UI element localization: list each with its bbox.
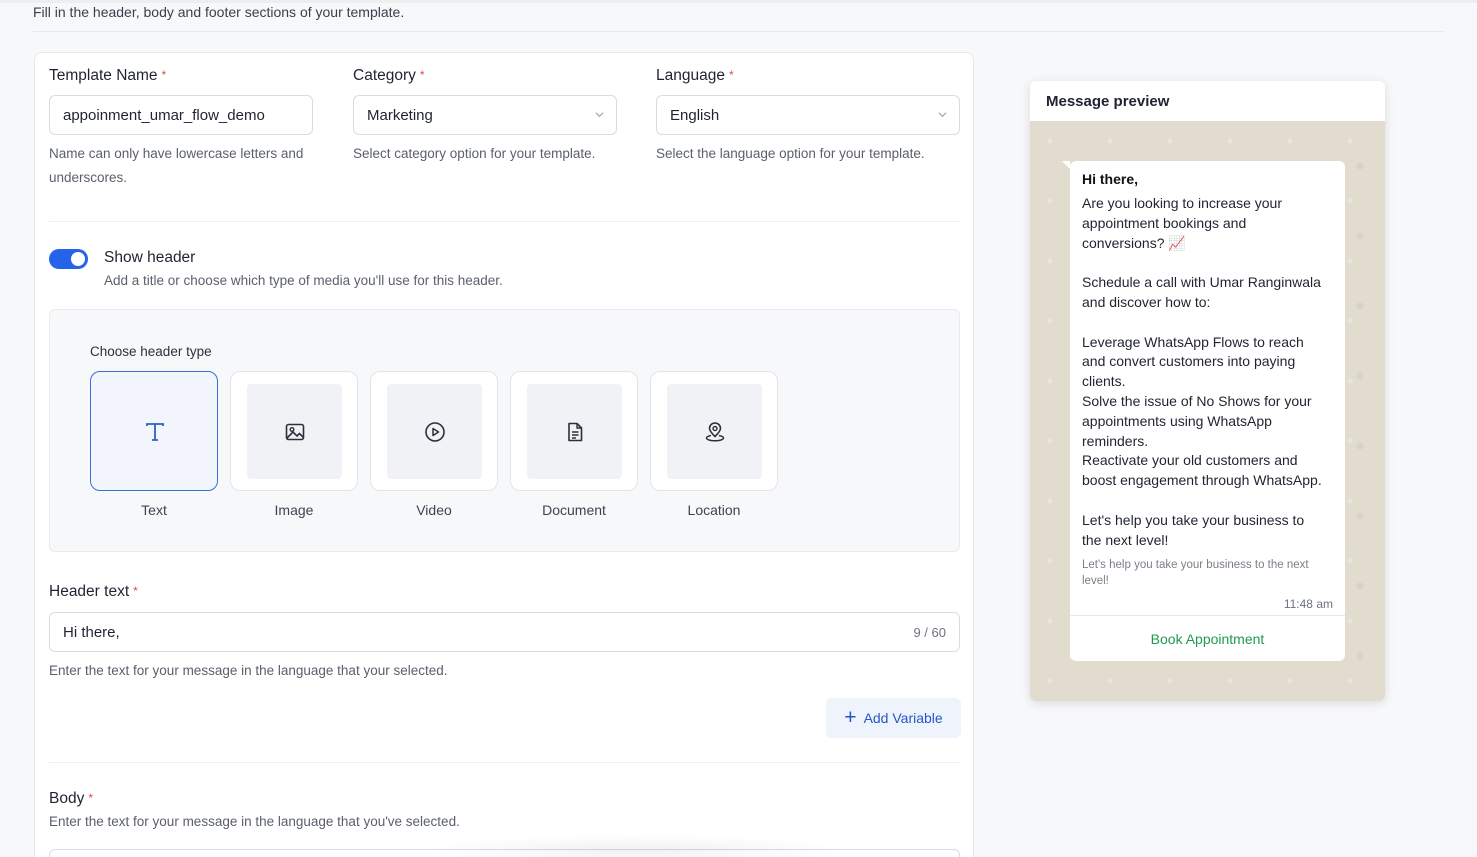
page-subtitle: Fill in the header, body and footer sect… <box>33 4 405 20</box>
message-footer-line: Let's help you take your business to the… <box>1082 559 1309 571</box>
header-text-label: Header text * <box>49 583 138 601</box>
tile-icon-area <box>527 384 622 479</box>
header-type-label-image: Image <box>274 502 314 518</box>
header-type-video[interactable] <box>370 371 498 491</box>
book-appointment-button[interactable]: Book Appointment <box>1070 616 1345 661</box>
header-type-panel: Choose header type Text Image Video Docu… <box>49 309 960 552</box>
template-form-card: Template Name * appoinment_umar_flow_demo… <box>34 52 974 857</box>
map-pin-icon <box>705 421 724 442</box>
body-textarea[interactable] <box>49 849 960 857</box>
required-mark: * <box>419 68 425 82</box>
message-header: Hi there, <box>1082 171 1139 187</box>
tile-icon-area <box>387 384 482 479</box>
category-label-text: Category <box>353 67 416 84</box>
message-body: Are you looking to increase your appoint… <box>1082 194 1337 550</box>
tile-icon-area <box>667 384 762 479</box>
top-bar <box>0 0 1477 3</box>
chevron-down-icon <box>938 112 947 118</box>
body-help: Enter the text for your message in the l… <box>49 814 460 829</box>
message-body-line: and convert customers into paying <box>1082 353 1296 370</box>
language-help: Select the language option for your temp… <box>656 146 925 161</box>
chevron-down-icon <box>595 112 604 118</box>
message-body-line <box>1082 313 1337 333</box>
text-icon <box>145 422 164 441</box>
header-text-input[interactable]: Hi there, 9 / 60 <box>49 612 960 652</box>
plus-icon: + <box>844 705 857 729</box>
bubble-tail <box>1062 161 1070 169</box>
header-type-document[interactable] <box>510 371 638 491</box>
add-variable-button[interactable]: + Add Variable <box>826 698 961 738</box>
template-name-value: appoinment_umar_flow_demo <box>63 106 265 124</box>
template-name-input[interactable]: appoinment_umar_flow_demo <box>49 95 313 135</box>
language-label: Language * <box>656 67 734 85</box>
language-select[interactable]: English <box>656 95 960 135</box>
header-type-text[interactable] <box>90 371 218 491</box>
header-type-label-text: Text <box>141 502 167 518</box>
language-value: English <box>670 106 720 124</box>
divider <box>49 762 960 763</box>
message-bubble: Hi there, Are you looking to increase yo… <box>1062 161 1345 661</box>
divider <box>49 221 960 222</box>
image-icon <box>285 423 304 440</box>
message-body-line <box>1082 491 1337 511</box>
message-body-line: clients. <box>1082 373 1126 390</box>
message-body-line: appointment bookings and <box>1082 214 1247 231</box>
body-label: Body * <box>49 790 93 808</box>
category-help: Select category option for your template… <box>353 146 596 161</box>
message-body-line: boost engagement through WhatsApp. <box>1082 472 1322 489</box>
header-text-help: Enter the text for your message in the l… <box>49 663 448 678</box>
message-timestamp: 11:48 am <box>1283 597 1333 611</box>
toggle-knob <box>71 252 85 266</box>
message-body-line: Solve the issue of No Shows for your <box>1082 392 1312 409</box>
language-label-text: Language <box>656 67 725 84</box>
message-preview-title: Message preview <box>1046 93 1170 110</box>
divider <box>33 31 1444 32</box>
message-body-line <box>1082 253 1337 273</box>
chat-background: Hi there, Are you looking to increase yo… <box>1030 121 1385 701</box>
required-mark: * <box>161 68 167 82</box>
template-name-label-text: Template Name <box>49 67 158 84</box>
header-type-image[interactable] <box>230 371 358 491</box>
header-type-label-location: Location <box>687 502 741 518</box>
play-circle-icon <box>424 421 445 442</box>
add-variable-label: Add Variable <box>863 710 943 726</box>
body-label-text: Body <box>49 790 85 807</box>
message-body-line: reminders. <box>1082 432 1149 449</box>
show-header-label: Show header <box>104 249 196 266</box>
message-body-line: Schedule a call with Umar Ranginwala <box>1082 274 1321 291</box>
header-type-location[interactable] <box>650 371 778 491</box>
message-body-line: Reactivate your old customers and <box>1082 452 1298 469</box>
tile-icon-area <box>247 384 342 479</box>
message-footer: Let's help you take your business to the… <box>1082 557 1337 589</box>
header-text-label-text: Header text <box>49 583 130 600</box>
tile-icon-area <box>107 384 202 479</box>
message-body-line: Are you looking to increase your <box>1082 195 1282 211</box>
header-type-label: Choose header type <box>90 344 212 359</box>
message-footer-line: level! <box>1082 575 1109 587</box>
document-icon <box>567 422 582 441</box>
template-name-help: Name can only have lowercase letters and… <box>49 146 304 185</box>
show-header-toggle[interactable] <box>49 249 88 269</box>
template-name-label: Template Name * <box>49 67 166 85</box>
header-type-label-document: Document <box>542 502 606 518</box>
message-body-line: appointments using WhatsApp <box>1082 412 1272 429</box>
header-text-value: Hi there, <box>63 623 120 641</box>
category-value: Marketing <box>367 106 433 124</box>
message-body-line: and discover how to: <box>1082 293 1211 310</box>
category-select[interactable]: Marketing <box>353 95 617 135</box>
message-body-line: Let's help you take your business to <box>1082 511 1305 528</box>
character-counter: 9 / 60 <box>913 624 946 640</box>
message-body-line: conversions? 📈 <box>1082 234 1186 251</box>
required-mark: * <box>728 68 734 82</box>
message-preview-panel: Message preview Hi there, Are you lookin… <box>1030 81 1385 701</box>
required-mark: * <box>133 584 138 598</box>
message-body-line: the next level! <box>1082 531 1169 548</box>
category-label: Category * <box>353 67 425 85</box>
required-mark: * <box>88 791 94 805</box>
header-type-label-video: Video <box>416 502 452 518</box>
show-header-description: Add a title or choose which type of medi… <box>104 273 503 288</box>
message-body-line: Leverage WhatsApp Flows to reach <box>1082 333 1304 350</box>
